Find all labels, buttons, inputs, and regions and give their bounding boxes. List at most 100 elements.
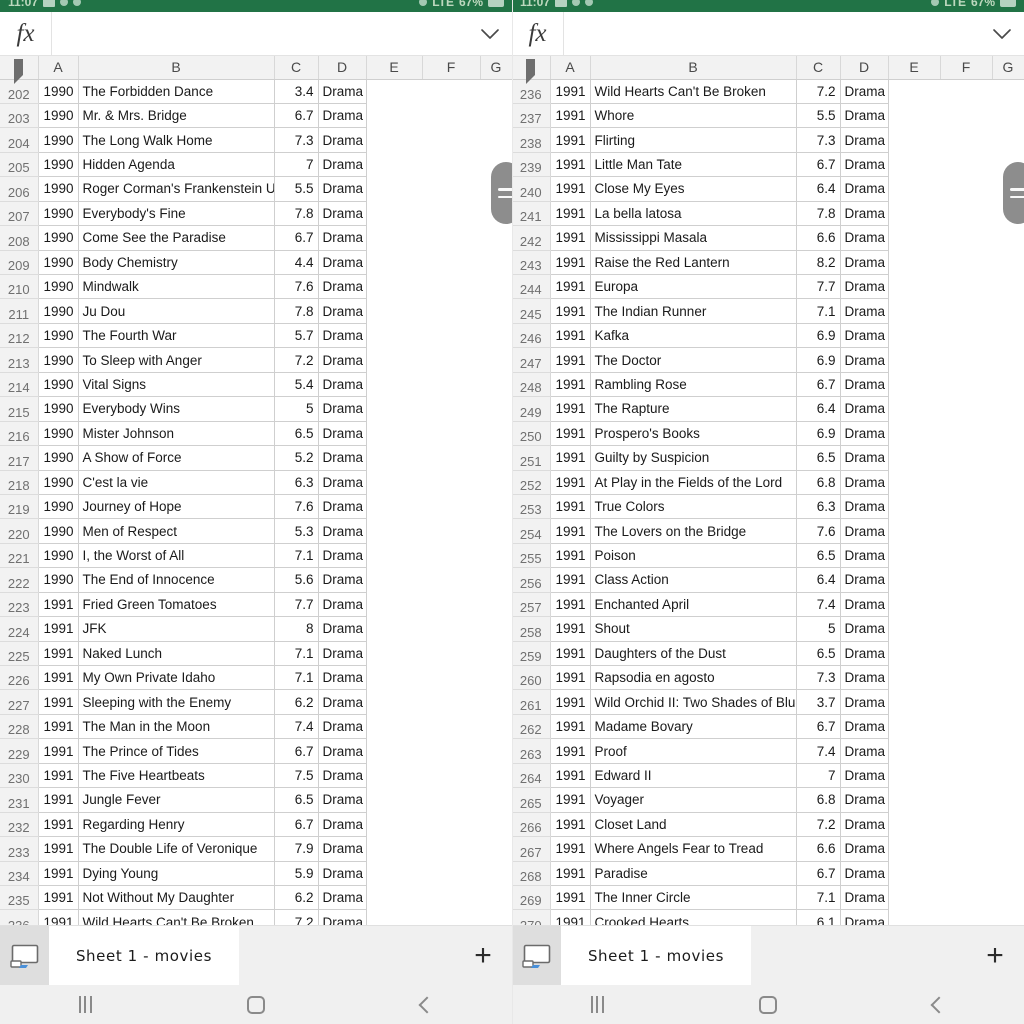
table-row[interactable]: 262 1991 Madame Bovary 6.7 Drama xyxy=(512,714,1024,740)
cell-empty[interactable] xyxy=(888,445,940,470)
cell-empty[interactable] xyxy=(940,567,992,593)
table-row[interactable]: 257 1991 Enchanted April 7.4 Drama xyxy=(512,592,1024,618)
table-row[interactable]: 258 1991 Shout 5 Drama xyxy=(512,616,1024,642)
table-row[interactable]: 246 1991 Kafka 6.9 Drama xyxy=(512,323,1024,349)
cell-year[interactable]: 1991 xyxy=(550,421,591,447)
cell-year[interactable]: 1991 xyxy=(38,763,79,789)
table-row[interactable]: 2701991Crooked Hearts6.1Drama xyxy=(512,909,1024,925)
cell-empty[interactable] xyxy=(480,812,512,837)
cell-score[interactable]: 6.9 xyxy=(796,347,841,373)
cell-genre[interactable]: Drama xyxy=(840,225,889,251)
cell-title[interactable]: Fried Green Tomatoes xyxy=(78,592,275,618)
cell-empty[interactable] xyxy=(366,763,422,788)
cell-empty[interactable] xyxy=(992,543,1024,568)
cell-score[interactable]: 7.7 xyxy=(796,274,841,300)
cell-genre[interactable]: Drama xyxy=(840,665,889,691)
cell-score[interactable]: 8 xyxy=(274,616,319,642)
cell-empty[interactable] xyxy=(422,885,480,910)
cell-empty[interactable] xyxy=(480,127,512,153)
cell-title[interactable]: La bella latosa xyxy=(590,201,797,227)
cell-genre[interactable]: Drama xyxy=(840,567,889,593)
cell-title[interactable]: The Man in the Moon xyxy=(78,714,275,740)
cell-empty[interactable] xyxy=(422,763,480,788)
cell-empty[interactable] xyxy=(940,421,992,446)
row-header[interactable]: 248 xyxy=(512,372,551,398)
cell-empty[interactable] xyxy=(992,909,1024,925)
cell-title[interactable]: Raise the Red Lantern xyxy=(590,250,797,276)
table-row[interactable]: 224 1991 JFK 8 Drama xyxy=(0,616,512,642)
cell-score[interactable]: 6.7 xyxy=(274,225,319,251)
cell-empty[interactable] xyxy=(480,323,512,348)
cell-empty[interactable] xyxy=(422,616,480,642)
cell-title[interactable]: Mister Johnson xyxy=(78,421,275,447)
cell-year[interactable]: 1990 xyxy=(38,347,79,373)
cell-empty[interactable] xyxy=(992,225,1024,251)
cell-empty[interactable] xyxy=(940,250,992,275)
cell-year[interactable]: 1991 xyxy=(38,909,79,925)
cell-year[interactable]: 1991 xyxy=(550,714,591,740)
cell-score[interactable]: 6.6 xyxy=(796,836,841,862)
cell-genre[interactable]: Drama xyxy=(840,885,889,911)
row-header[interactable]: 269 xyxy=(512,885,551,911)
select-all-corner-left[interactable] xyxy=(0,56,39,85)
row-header[interactable]: 232 xyxy=(0,812,39,838)
cell-score[interactable]: 7.3 xyxy=(274,127,319,153)
row-header[interactable]: 218 xyxy=(0,470,39,495)
cell-title[interactable]: Dying Young xyxy=(78,861,275,886)
cell-empty[interactable] xyxy=(480,470,512,495)
cell-empty[interactable] xyxy=(480,225,512,251)
cell-empty[interactable] xyxy=(992,274,1024,299)
cell-year[interactable]: 1991 xyxy=(550,665,591,691)
cell-empty[interactable] xyxy=(992,250,1024,275)
row-header[interactable]: 226 xyxy=(0,665,39,691)
cell-score[interactable]: 6.3 xyxy=(274,470,319,495)
table-row[interactable]: 233 1991 The Double Life of Veronique 7.9 Dr… xyxy=(0,836,512,862)
cell-empty[interactable] xyxy=(366,567,422,593)
cell-empty[interactable] xyxy=(422,812,480,837)
cell-empty[interactable] xyxy=(888,763,940,788)
cell-empty[interactable] xyxy=(992,103,1024,128)
cell-empty[interactable] xyxy=(940,103,992,128)
cell-empty[interactable] xyxy=(888,274,940,299)
cell-empty[interactable] xyxy=(366,79,422,104)
table-row[interactable]: 247 1991 The Doctor 6.9 Drama xyxy=(512,347,1024,373)
cell-year[interactable]: 1991 xyxy=(550,152,591,178)
row-header[interactable]: 231 xyxy=(0,787,39,813)
cell-genre[interactable]: Drama xyxy=(840,372,889,398)
cell-title[interactable]: Madame Bovary xyxy=(590,714,797,740)
cell-year[interactable]: 1990 xyxy=(38,543,79,569)
row-header[interactable]: 225 xyxy=(0,641,39,667)
cell-title[interactable]: The Long Walk Home xyxy=(78,127,275,153)
cell-empty[interactable] xyxy=(366,225,422,251)
cell-empty[interactable] xyxy=(992,127,1024,153)
cell-empty[interactable] xyxy=(992,445,1024,470)
row-header[interactable]: 242 xyxy=(512,225,551,251)
cell-genre[interactable]: Drama xyxy=(318,372,367,398)
cell-score[interactable]: 5.6 xyxy=(274,567,319,593)
cell-score[interactable]: 6.7 xyxy=(796,372,841,398)
cell-empty[interactable] xyxy=(480,714,512,739)
cell-year[interactable]: 1991 xyxy=(550,274,591,300)
cell-year[interactable]: 1991 xyxy=(550,103,591,129)
row-header[interactable]: 250 xyxy=(512,421,551,447)
cell-empty[interactable] xyxy=(422,861,480,886)
cell-title[interactable]: Naked Lunch xyxy=(78,641,275,667)
cell-empty[interactable] xyxy=(480,372,512,397)
cell-empty[interactable] xyxy=(366,201,422,226)
cell-empty[interactable] xyxy=(422,518,480,544)
cell-title[interactable]: My Own Private Idaho xyxy=(78,665,275,691)
table-row[interactable]: 209 1990 Body Chemistry 4.4 Drama xyxy=(0,250,512,276)
table-row[interactable]: 218 1990 C'est la vie 6.3 Drama xyxy=(0,470,512,495)
cell-title[interactable]: Ju Dou xyxy=(78,298,275,324)
cell-title[interactable]: Kafka xyxy=(590,323,797,349)
cell-genre[interactable]: Drama xyxy=(840,909,889,925)
cell-genre[interactable]: Drama xyxy=(840,152,889,178)
cell-score[interactable]: 6.4 xyxy=(796,396,841,422)
fx-icon[interactable]: fx xyxy=(512,12,564,55)
cell-empty[interactable] xyxy=(422,494,480,519)
cell-genre[interactable]: Drama xyxy=(840,298,889,324)
table-row[interactable]: 229 1991 The Prince of Tides 6.7 Drama xyxy=(0,738,512,764)
cell-empty[interactable] xyxy=(888,885,940,910)
cell-score[interactable]: 6.5 xyxy=(274,421,319,447)
table-row[interactable]: 207 1990 Everybody's Fine 7.8 Drama xyxy=(0,201,512,227)
